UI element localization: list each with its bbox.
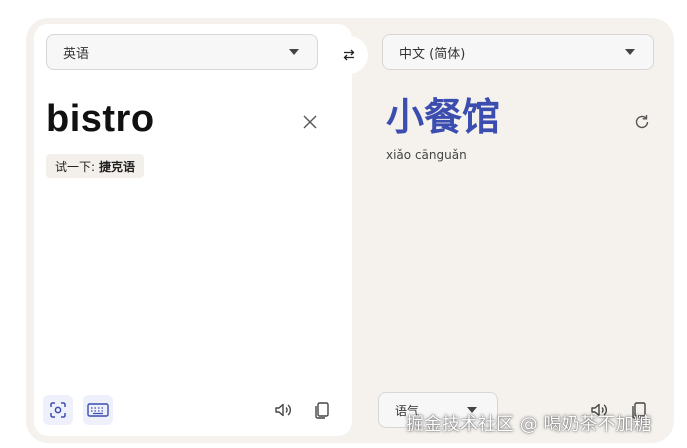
source-panel [34,24,352,436]
source-text-input[interactable]: bistro [46,96,155,142]
suggested-language-link[interactable]: 捷克语 [99,158,135,175]
chevron-down-icon [289,49,299,55]
retranslate-button[interactable] [632,112,652,132]
listen-source-button[interactable] [268,395,298,425]
copy-source-button[interactable] [307,395,337,425]
watermark: 掘金技术社区 @ 喝奶茶不加糖 [406,414,652,435]
source-language-label: 英语 [63,46,90,62]
keyboard-input-button[interactable] [83,395,113,425]
target-language-label: 中文 (简体) [399,46,466,62]
swap-arrows-icon [343,49,355,61]
swap-languages-button[interactable] [330,36,368,74]
chevron-down-icon [625,49,635,55]
try-language-suggestion[interactable]: 试一下: 捷克语 [46,154,145,178]
translation-result: 小餐馆 [386,95,501,139]
source-language-select[interactable]: 英语 [46,34,318,70]
close-icon [303,115,317,129]
copy-icon [315,402,329,419]
keyboard-icon [87,403,109,417]
clear-text-button[interactable] [300,112,320,132]
camera-lens-icon [50,402,66,418]
romanization-text: xiǎo cānguǎn [386,148,467,162]
image-translate-button[interactable] [43,395,73,425]
try-prefix: 试一下: [55,159,96,174]
target-language-select[interactable]: 中文 (简体) [382,34,654,70]
refresh-icon [635,115,649,129]
speaker-icon [275,403,292,417]
